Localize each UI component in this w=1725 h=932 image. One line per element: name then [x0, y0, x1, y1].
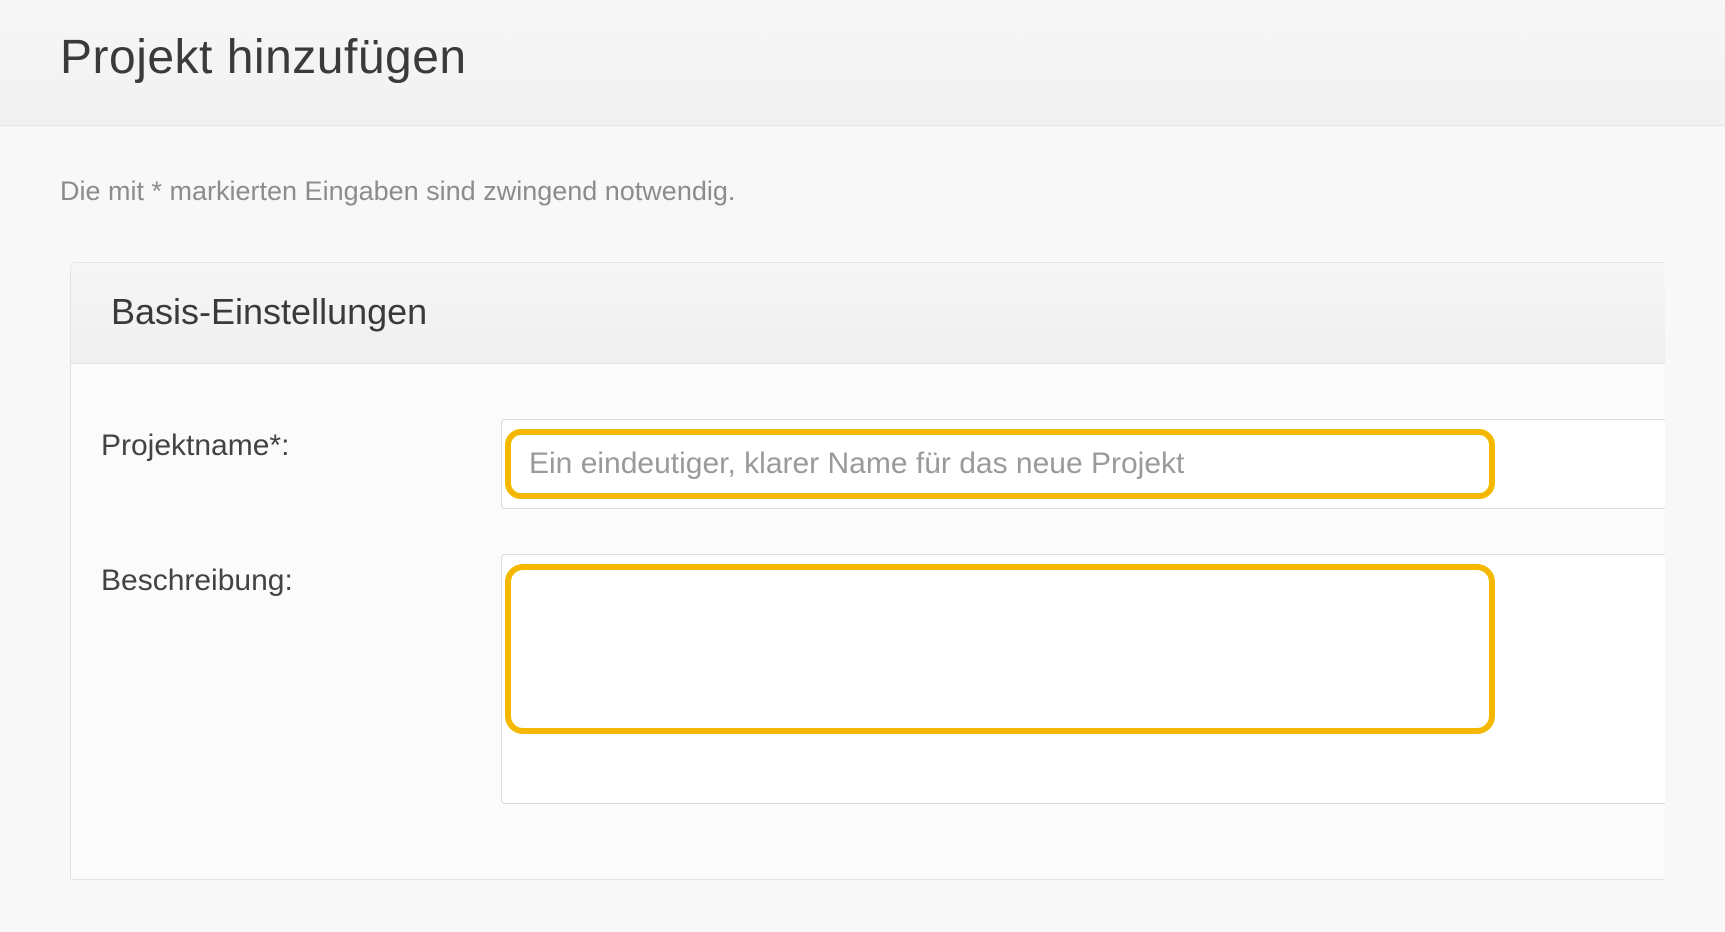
description-label: Beschreibung: — [101, 554, 501, 598]
description-highlight — [505, 564, 1495, 734]
content-area: Die mit * markierten Eingaben sind zwing… — [0, 126, 1725, 880]
description-field-wrap — [501, 554, 1665, 804]
basic-settings-panel: Basis-Einstellungen Projektname*: Beschr… — [70, 262, 1665, 880]
project-name-outer-frame — [501, 419, 1665, 509]
description-outer-frame — [501, 554, 1665, 804]
description-textarea[interactable] — [525, 580, 1475, 718]
project-name-highlight — [505, 429, 1495, 499]
project-name-label: Projektname*: — [101, 419, 501, 463]
panel-body: Projektname*: Beschreibung: — [71, 364, 1665, 879]
project-name-input[interactable] — [529, 443, 1471, 485]
page-header: Projekt hinzufügen — [0, 0, 1725, 126]
description-row: Beschreibung: — [101, 554, 1665, 804]
panel-header: Basis-Einstellungen — [71, 263, 1665, 364]
page-title: Projekt hinzufügen — [60, 30, 1665, 85]
project-name-field-wrap — [501, 419, 1665, 509]
panel-title: Basis-Einstellungen — [111, 291, 1625, 333]
page-container: Projekt hinzufügen Die mit * markierten … — [0, 0, 1725, 880]
project-name-row: Projektname*: — [101, 419, 1665, 509]
required-fields-note: Die mit * markierten Eingaben sind zwing… — [60, 176, 1665, 207]
